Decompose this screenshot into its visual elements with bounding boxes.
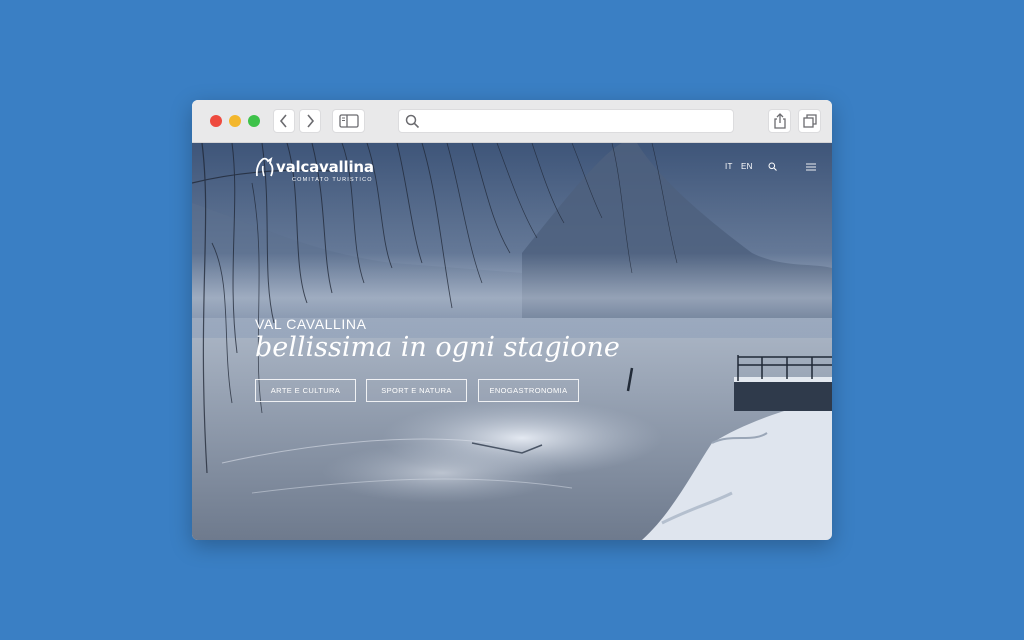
- logo-tagline: COMITATO TURISTICO: [292, 177, 373, 183]
- arte-e-cultura-button[interactable]: ARTE E CULTURA: [255, 379, 356, 402]
- maximize-window-button[interactable]: [248, 115, 260, 127]
- forward-button[interactable]: [299, 109, 321, 133]
- browser-toolbar: [192, 100, 832, 143]
- tabs-icon: [802, 114, 817, 128]
- hero-title: bellissima in ogni stagione: [255, 332, 620, 363]
- language-en-link[interactable]: EN: [741, 162, 753, 171]
- back-button[interactable]: [273, 109, 295, 133]
- chevron-right-icon: [307, 114, 315, 128]
- logo-name: valcavallina: [276, 158, 374, 176]
- sidebar-icon: [338, 114, 359, 128]
- web-page: valcavallina COMITATO TURISTICO IT EN VA…: [192, 143, 832, 540]
- tabs-overview-button[interactable]: [798, 109, 821, 133]
- search-icon[interactable]: [768, 162, 777, 171]
- horse-logo-icon: [255, 156, 274, 177]
- share-icon: [773, 113, 786, 129]
- search-icon: [405, 114, 420, 129]
- browser-window: valcavallina COMITATO TURISTICO IT EN VA…: [192, 100, 832, 540]
- chevron-left-icon: [279, 114, 287, 128]
- address-bar[interactable]: [398, 109, 734, 133]
- close-window-button[interactable]: [210, 115, 222, 127]
- hamburger-menu-icon[interactable]: [806, 163, 816, 171]
- enogastronomia-button[interactable]: ENOGASTRONOMIA: [478, 379, 579, 402]
- minimize-window-button[interactable]: [229, 115, 241, 127]
- hero-kicker: VAL CAVALLINA: [255, 316, 367, 332]
- sport-e-natura-button[interactable]: SPORT E NATURA: [366, 379, 467, 402]
- sidebar-toggle-button[interactable]: [332, 109, 365, 133]
- language-it-link[interactable]: IT: [725, 162, 733, 171]
- share-button[interactable]: [768, 109, 791, 133]
